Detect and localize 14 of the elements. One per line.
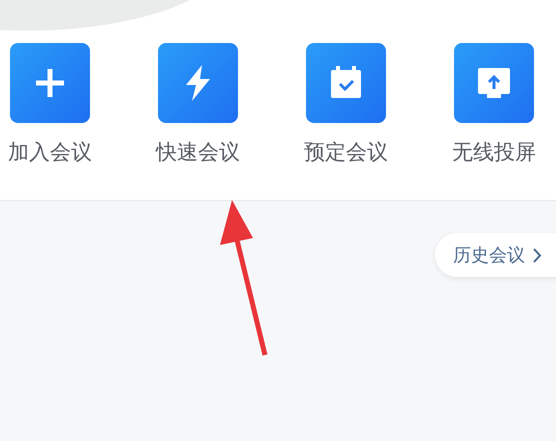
action-label: 无线投屏 — [452, 139, 536, 166]
cast-meeting-button[interactable] — [454, 43, 534, 123]
lightning-icon — [183, 65, 213, 101]
screen-share-icon — [477, 67, 511, 99]
quick-meeting-button[interactable] — [158, 43, 238, 123]
chevron-icon — [533, 248, 542, 262]
join-meeting-button[interactable] — [10, 43, 90, 123]
action-label: 快速会议 — [156, 139, 240, 166]
schedule-meeting-button[interactable] — [306, 43, 386, 123]
calendar-check-icon — [329, 66, 363, 100]
action-label: 预定会议 — [304, 139, 388, 166]
history-button[interactable]: 历史会议 — [435, 233, 556, 277]
action-label: 加入会议 — [8, 139, 92, 166]
plus-icon — [33, 66, 67, 100]
